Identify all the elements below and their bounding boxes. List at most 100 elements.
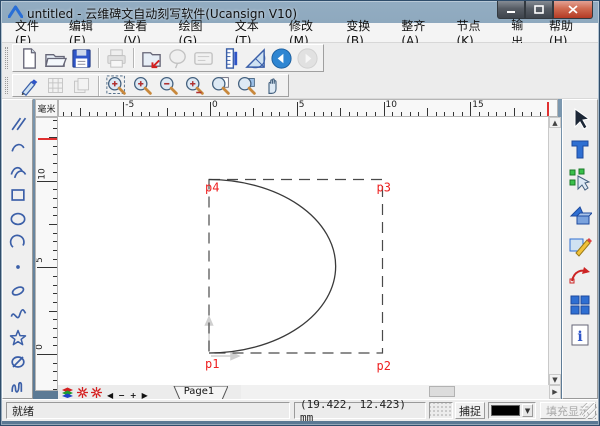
sun-icon[interactable] (77, 387, 88, 398)
app-window: untitled - 云维碑文自动刻写软件(Ucansign V10) 文件(F… (0, 0, 600, 426)
zoom-in-icon (132, 75, 153, 96)
ruler-tick (175, 112, 176, 116)
tab-page1[interactable]: Page1 (170, 385, 228, 399)
ruler-tick (53, 215, 57, 216)
scroll-down-button[interactable]: ▼ (549, 374, 561, 385)
printer-icon (105, 47, 128, 70)
scroll-right-button[interactable]: ▶ (549, 385, 561, 399)
zoom-page-button[interactable] (207, 74, 233, 98)
ruler-tick (427, 108, 428, 116)
text-tool[interactable] (566, 135, 594, 163)
scroll-up-button[interactable]: ▲ (549, 117, 561, 128)
rectangle-tool[interactable] (6, 183, 30, 207)
ruler-tick (158, 112, 159, 116)
ruler-tick (375, 112, 376, 116)
material-button[interactable] (16, 74, 42, 98)
zoom-window-button[interactable] (103, 74, 129, 98)
polyline-tool[interactable] (6, 136, 30, 160)
ruler-tick (53, 389, 57, 390)
v-ruler-label: 5 (35, 257, 45, 263)
resize-grip[interactable] (582, 403, 597, 419)
oval-tool[interactable] (6, 279, 30, 303)
redo-button[interactable] (294, 46, 320, 70)
shapes-3d-tool[interactable] (566, 201, 594, 229)
color-dropdown[interactable]: ▼ (488, 402, 536, 419)
open-button[interactable] (42, 46, 68, 70)
toolbar-grip[interactable] (5, 77, 8, 94)
print-button[interactable] (103, 46, 129, 70)
grid-icon (45, 75, 66, 96)
zoom-toolbar (2, 73, 598, 99)
sun-icon[interactable] (91, 387, 102, 398)
pages-button[interactable] (68, 74, 94, 98)
ruler-tick (496, 112, 497, 116)
line-tool[interactable] (6, 112, 30, 136)
transform-arrow-icon (568, 263, 592, 287)
ruler-tick (53, 207, 57, 208)
ruler-tick (227, 112, 228, 116)
circle-slash-tool[interactable] (6, 350, 30, 374)
import-button[interactable] (138, 46, 164, 70)
grid-button[interactable] (42, 74, 68, 98)
ruler-tick (115, 112, 116, 116)
zoom-dynamic-button[interactable] (181, 74, 207, 98)
arc-tool[interactable] (6, 231, 30, 255)
new-button[interactable] (16, 46, 42, 70)
undo-button[interactable] (268, 46, 294, 70)
zoom-out-button[interactable] (155, 74, 181, 98)
toolbar-grip[interactable] (5, 47, 8, 69)
zoom-extents-button[interactable] (233, 74, 259, 98)
multiline-tool[interactable] (6, 160, 30, 184)
vertical-scrollbar[interactable]: ▲ ▼ (549, 117, 561, 385)
point-tool[interactable] (6, 255, 30, 279)
ruler-tick (279, 112, 280, 116)
zoom-out-icon (158, 75, 179, 96)
node-edit-tool[interactable] (566, 165, 594, 193)
ruler-tick (53, 319, 57, 320)
ruler-tick (53, 120, 57, 121)
cursor-coordinates: (19.422, 12.423) mm (294, 402, 426, 419)
freehand-tool[interactable] (6, 374, 30, 398)
zoom-dynamic-icon (184, 75, 205, 96)
ruler-tick (53, 302, 57, 303)
select-tool[interactable] (566, 105, 594, 133)
protractor-button[interactable] (242, 46, 268, 70)
hscroll-thumb[interactable] (429, 386, 455, 397)
star-tool[interactable] (6, 326, 30, 350)
text-t-icon (568, 137, 592, 161)
ruler-tick (63, 112, 64, 116)
ruler-tool-button[interactable] (216, 46, 242, 70)
layers-icon[interactable] (61, 387, 74, 398)
back-arrow-icon (270, 47, 293, 70)
draw-edit-tool[interactable] (566, 231, 594, 259)
pan-button[interactable] (259, 74, 285, 98)
zoom-in-button[interactable] (129, 74, 155, 98)
rectangle-icon (8, 185, 28, 205)
ruler-tick (184, 112, 185, 116)
drawing-svg: p1p2p3p4 (58, 117, 549, 385)
snap-button[interactable]: 捕捉 (455, 402, 485, 419)
spline-tool[interactable] (6, 303, 30, 327)
transform-tool[interactable] (566, 261, 594, 289)
ellipse-tool[interactable] (6, 207, 30, 231)
save-button[interactable] (68, 46, 94, 70)
import-folder-icon (140, 47, 163, 70)
ruler-tick (53, 380, 57, 381)
point-label-p2: p2 (377, 359, 391, 373)
ruler-tick (53, 285, 57, 286)
plate-button[interactable] (190, 46, 216, 70)
chevron-down-icon[interactable]: ▼ (522, 404, 533, 417)
ruler-tick (132, 112, 133, 116)
info-tool[interactable]: i (566, 321, 594, 349)
dashed-rectangle[interactable] (209, 180, 383, 354)
cursor-x-indicator (547, 102, 549, 116)
blocks-tool[interactable] (566, 291, 594, 319)
grid-toggle-icon[interactable] (429, 402, 453, 419)
h-ruler-label: -5 (125, 100, 134, 110)
arc-curve[interactable] (209, 180, 336, 354)
ruler-tick (297, 102, 298, 116)
balloon-button[interactable] (164, 46, 190, 70)
arc-icon (8, 233, 28, 253)
drawing-canvas[interactable]: p1p2p3p4 (58, 117, 549, 385)
curve-icon (8, 138, 28, 158)
